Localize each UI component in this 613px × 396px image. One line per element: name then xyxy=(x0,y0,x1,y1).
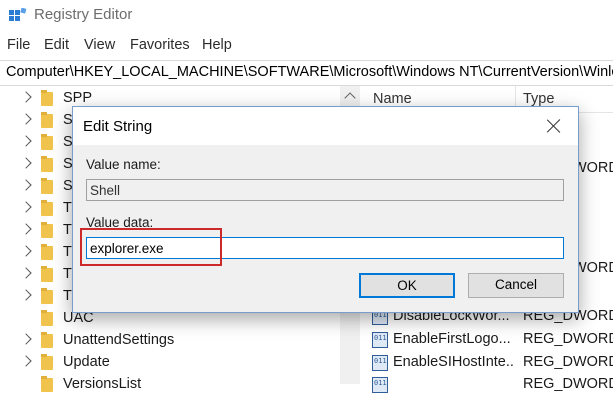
menu-help[interactable]: Help xyxy=(202,37,232,53)
chevron-right-icon[interactable] xyxy=(20,245,32,257)
folder-icon xyxy=(41,112,53,128)
tree-item-label: T xyxy=(63,244,72,260)
tree-item-label: UnattendSettings xyxy=(63,332,175,348)
chevron-right-icon[interactable] xyxy=(20,135,32,147)
dialog-titlebar: Edit String xyxy=(73,107,578,145)
tree-item-label: SPP xyxy=(63,90,93,106)
registry-editor-icon xyxy=(9,8,27,21)
edit-string-dialog: Edit String Value name: Shell Value data… xyxy=(72,106,579,313)
value-name-field: Shell xyxy=(86,179,564,201)
chevron-right-icon[interactable] xyxy=(20,201,32,213)
tree-item[interactable]: UnattendSettings xyxy=(0,330,360,352)
dialog-title: Edit String xyxy=(83,118,153,135)
scroll-up-arrow-icon[interactable] xyxy=(344,92,356,104)
column-header-name[interactable]: Name xyxy=(373,91,412,107)
folder-icon xyxy=(41,134,53,150)
value-name-label: Value name: xyxy=(86,157,161,172)
folder-icon xyxy=(41,310,53,326)
value-type: REG_DWORD xyxy=(523,376,613,392)
tree-item-label: T xyxy=(63,200,72,216)
menu-view[interactable]: View xyxy=(84,37,115,53)
cancel-button[interactable]: Cancel xyxy=(468,273,564,298)
value-type: REG_DWORD xyxy=(523,331,613,347)
list-item[interactable]: REG_DWORD xyxy=(365,374,613,396)
chevron-right-icon[interactable] xyxy=(20,333,32,345)
folder-icon xyxy=(41,266,53,282)
menu-favorites[interactable]: Favorites xyxy=(130,37,190,53)
chevron-right-icon[interactable] xyxy=(20,355,32,367)
tree-item-label: Update xyxy=(63,354,110,370)
address-path[interactable]: Computer\HKEY_LOCAL_MACHINE\SOFTWARE\Mic… xyxy=(6,64,613,80)
folder-icon xyxy=(41,244,53,260)
folder-icon xyxy=(41,222,53,238)
folder-icon xyxy=(41,178,53,194)
close-icon[interactable] xyxy=(544,116,564,136)
address-bar[interactable]: Computer\HKEY_LOCAL_MACHINE\SOFTWARE\Mic… xyxy=(0,60,613,86)
reg-dword-icon xyxy=(372,332,388,348)
highlight-annotation xyxy=(80,228,222,266)
value-type: REG_DWORD xyxy=(523,354,613,370)
folder-icon xyxy=(41,288,53,304)
chevron-right-icon[interactable] xyxy=(20,223,32,235)
menu-edit[interactable]: Edit xyxy=(44,37,69,53)
value-name: EnableFirstLogo... xyxy=(393,331,511,347)
folder-icon xyxy=(41,200,53,216)
ok-button[interactable]: OK xyxy=(359,273,455,298)
chevron-right-icon[interactable] xyxy=(20,157,32,169)
tree-item[interactable]: VersionsList xyxy=(0,374,360,396)
chevron-right-icon[interactable] xyxy=(20,267,32,279)
window-title: Registry Editor xyxy=(34,6,133,23)
tree-item-label: T xyxy=(63,266,72,282)
menu-file[interactable]: File xyxy=(7,37,30,53)
menu-bar: File Edit View Favorites Help xyxy=(0,34,613,58)
reg-dword-icon xyxy=(372,377,388,393)
list-item[interactable]: EnableSIHostInte... REG_DWORD xyxy=(365,352,613,374)
folder-icon xyxy=(41,354,53,370)
reg-dword-icon xyxy=(372,355,388,371)
chevron-right-icon[interactable] xyxy=(20,179,32,191)
list-item[interactable]: EnableFirstLogo... REG_DWORD xyxy=(365,329,613,351)
tree-item-label: T xyxy=(63,222,72,238)
value-name: EnableSIHostInte... xyxy=(393,354,513,370)
window-titlebar: Registry Editor xyxy=(0,0,613,32)
folder-icon xyxy=(41,156,53,172)
chevron-right-icon[interactable] xyxy=(20,113,32,125)
folder-icon xyxy=(41,90,53,106)
chevron-right-icon[interactable] xyxy=(20,91,32,103)
tree-item[interactable]: Update xyxy=(0,352,360,374)
chevron-right-icon[interactable] xyxy=(20,289,32,301)
tree-item-label: VersionsList xyxy=(63,376,142,392)
folder-icon xyxy=(41,376,53,392)
folder-icon xyxy=(41,332,53,348)
column-header-type[interactable]: Type xyxy=(523,91,554,107)
